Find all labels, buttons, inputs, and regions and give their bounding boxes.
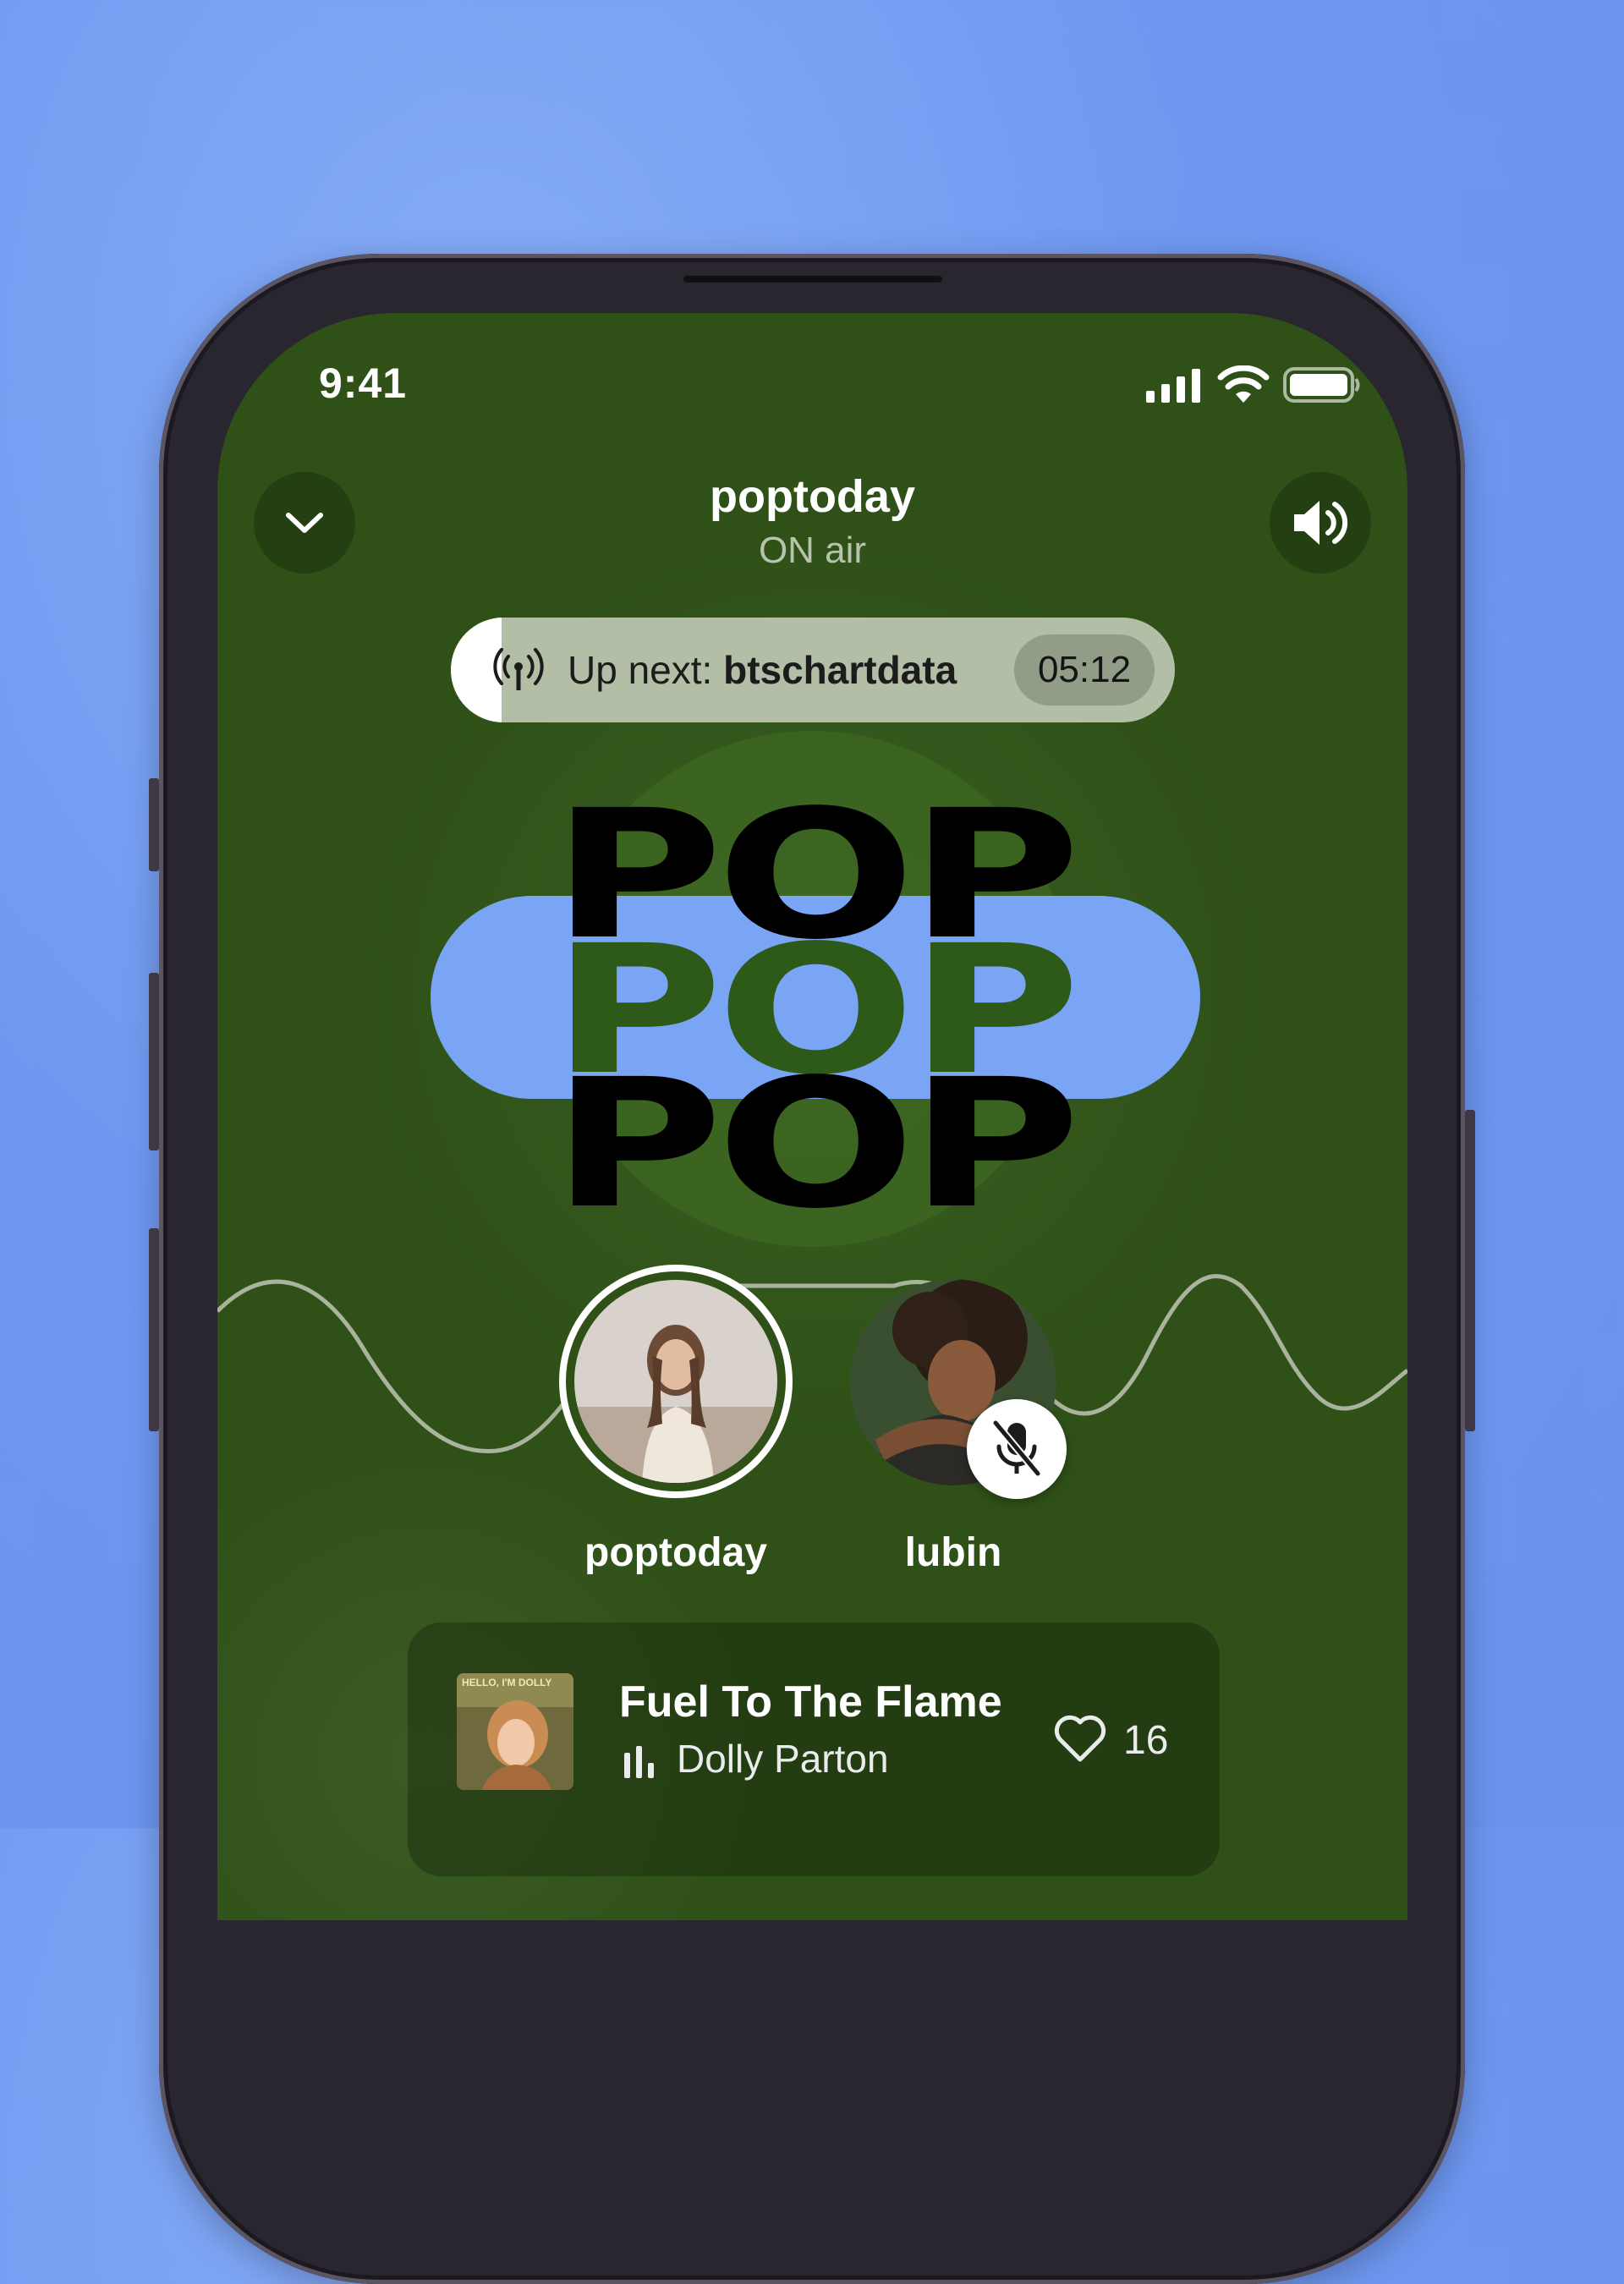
- up-next-banner[interactable]: Up next: btschartdata 05:12: [451, 618, 1175, 722]
- volume-button[interactable]: [1270, 472, 1371, 574]
- phone-button-volume-down: [149, 1228, 159, 1431]
- phone-button-power: [1465, 1110, 1475, 1431]
- battery-icon: [1283, 367, 1360, 403]
- speaker-name-lubin: lubin: [904, 1530, 1002, 1575]
- avatar-poptoday-photo: [574, 1280, 777, 1483]
- phone-button-silent: [149, 778, 159, 871]
- app-screen: 9:41 poptoday ON air Up next: btschartda…: [217, 313, 1407, 1920]
- phone-speaker-grille: [683, 276, 942, 283]
- up-next-label: Up next:: [568, 648, 724, 692]
- album-art-image: [457, 1673, 573, 1790]
- now-playing-card[interactable]: HELLO, I'M DOLLY Fuel To The Flame Dolly…: [408, 1622, 1220, 1876]
- mute-badge: [967, 1399, 1067, 1499]
- status-time: 9:41: [319, 360, 408, 407]
- track-title: Fuel To The Flame: [619, 1677, 1002, 1727]
- room-status: ON air: [758, 530, 867, 571]
- phone-button-volume-up: [149, 973, 159, 1150]
- heart-icon[interactable]: [1052, 1714, 1108, 1765]
- like-count: 16: [1123, 1718, 1169, 1763]
- cover-line-3: POP: [551, 1040, 1081, 1248]
- up-next-text: Up next: btschartdata: [568, 647, 957, 693]
- equalizer-icon: [624, 1746, 654, 1778]
- broadcast-icon: [493, 648, 544, 690]
- speaker-icon: [1294, 501, 1348, 545]
- album-art-text: HELLO, I'M DOLLY: [462, 1677, 552, 1688]
- wifi-icon: [1217, 365, 1270, 403]
- status-icons: [1144, 365, 1361, 404]
- room-title: poptoday: [710, 471, 915, 522]
- audio-waveform: [217, 1274, 1407, 1454]
- track-artist: Dolly Parton: [677, 1737, 889, 1781]
- mic-off-icon: [991, 1419, 1042, 1478]
- speaker-name-poptoday: poptoday: [584, 1530, 767, 1575]
- up-next-timer: 05:12: [1014, 634, 1155, 706]
- avatar-poptoday: [559, 1265, 793, 1498]
- up-next-host: btschartdata: [723, 648, 957, 692]
- signal-icon: [1146, 369, 1200, 403]
- album-art: HELLO, I'M DOLLY: [457, 1673, 573, 1790]
